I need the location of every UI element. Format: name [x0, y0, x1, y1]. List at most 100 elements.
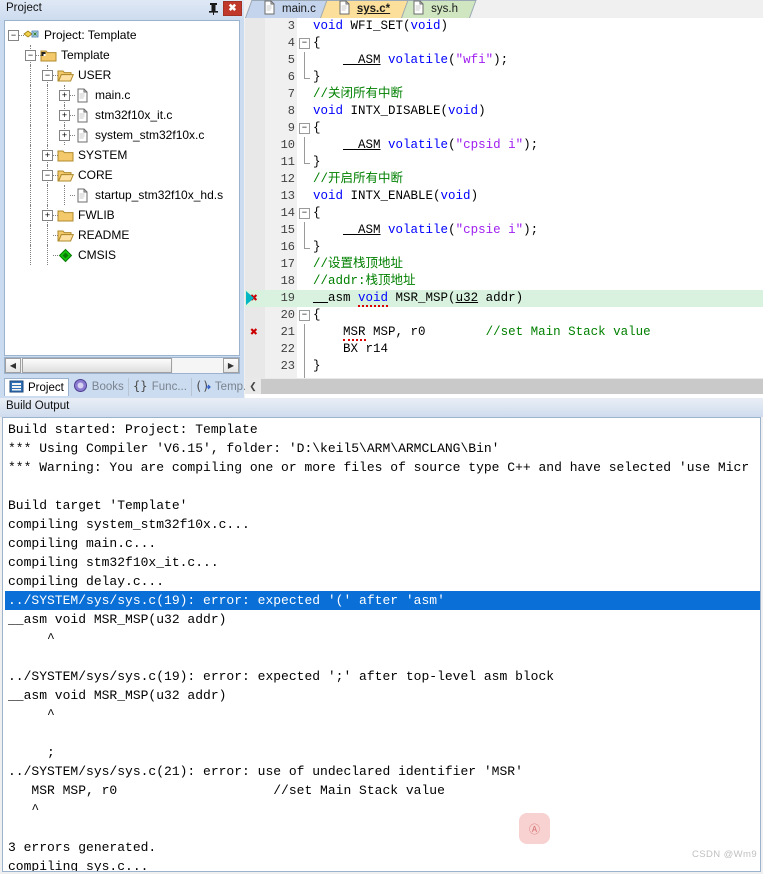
code-line[interactable]: ✖ 19 __asm void MSR_MSP(u32 addr) [245, 290, 763, 307]
tree-expander-slot[interactable]: − [39, 65, 58, 85]
code-line[interactable]: 6} [245, 69, 763, 86]
error-marker-icon[interactable]: ✖ [247, 326, 261, 340]
panel-tab-books[interactable]: Books [69, 378, 129, 396]
tree-expander-slot[interactable]: + [39, 145, 58, 165]
build-output-line[interactable]: *** Warning: You are compiling one or mo… [5, 458, 760, 477]
collapse-icon[interactable]: − [25, 49, 36, 61]
panel-tab-project[interactable]: Project [4, 378, 69, 396]
collapse-icon[interactable]: − [42, 169, 53, 181]
build-output-line[interactable]: Build started: Project: Template [5, 420, 760, 439]
fold-toggle-icon[interactable]: − [299, 123, 310, 134]
collapse-icon[interactable]: − [8, 29, 19, 41]
tree-item-cmsis[interactable]: CMSIS [5, 245, 239, 265]
panel-tab-func[interactable]: {} Func... [129, 378, 192, 396]
code-line[interactable]: 20−{ [245, 307, 763, 324]
tree-item-fwlib[interactable]: + FWLIB [5, 205, 239, 225]
code-line[interactable]: 8 void INTX_DISABLE(void) [245, 103, 763, 120]
project-tree-hscrollbar[interactable]: ◀ ▶ [4, 357, 240, 374]
collapse-icon[interactable]: − [42, 69, 53, 81]
code-line[interactable]: 10 __ASM volatile("cpsid i"); [245, 137, 763, 154]
build-output-line[interactable] [5, 648, 760, 667]
fold-toggle-icon[interactable]: − [299, 310, 310, 321]
hscroll-thumb[interactable] [22, 358, 172, 373]
tree-expander-slot[interactable]: + [56, 85, 75, 105]
code-line[interactable]: 23} [245, 358, 763, 375]
expand-icon[interactable]: + [59, 109, 70, 121]
tree-expander-slot[interactable]: − [5, 25, 24, 45]
build-output-line[interactable]: 3 errors generated. [5, 838, 760, 857]
tree-item-stm32f10x-it-c[interactable]: + stm32f10x_it.c [5, 105, 239, 125]
pin-icon[interactable] [205, 1, 221, 16]
build-output-line[interactable]: ^ [5, 800, 760, 819]
build-output-line[interactable]: __asm void MSR_MSP(u32 addr) [5, 610, 760, 629]
code-line[interactable]: 3 void WFI_SET(void) [245, 18, 763, 35]
tree-item-startup-stm32f10x-hd-s[interactable]: startup_stm32f10x_hd.s [5, 185, 239, 205]
tree-expander-slot[interactable]: + [39, 205, 58, 225]
tree-item-main-c[interactable]: + main.c [5, 85, 239, 105]
editor-hscrollbar[interactable]: ❮ [245, 378, 763, 394]
build-output-line[interactable]: ../SYSTEM/sys/sys.c(19): error: expected… [5, 667, 760, 686]
build-output-line[interactable]: ^ [5, 629, 760, 648]
build-output-line[interactable] [5, 724, 760, 743]
build-output-line[interactable]: Build target 'Template' [5, 496, 760, 515]
build-output-line[interactable]: MSR MSP, r0 //set Main Stack value [5, 781, 760, 800]
build-output-line[interactable]: compiling delay.c... [5, 572, 760, 591]
expand-icon[interactable]: + [42, 209, 53, 221]
expand-icon[interactable]: + [42, 149, 53, 161]
code-viewport[interactable]: 3 void WFI_SET(void) 4−{5 __ASM volatile("… [245, 18, 763, 378]
build-output-line-selected[interactable]: ../SYSTEM/sys/sys.c(19): error: expected… [5, 591, 760, 610]
fold-toggle-icon[interactable]: − [299, 208, 310, 219]
build-output-line[interactable]: __asm void MSR_MSP(u32 addr) [5, 686, 760, 705]
code-line[interactable]: 9−{ [245, 120, 763, 137]
code-line[interactable]: ✖ 21 MSR MSP, r0 //set Main Stack value [245, 324, 763, 341]
tree-item-user[interactable]: − USER [5, 65, 239, 85]
code-line[interactable]: 15 __ASM volatile("cpsie i"); [245, 222, 763, 239]
hscroll-track[interactable] [173, 358, 223, 373]
tree-expander-slot[interactable]: + [56, 125, 75, 145]
tree-item-project-template[interactable]: − Project: Template [5, 25, 239, 45]
code-line[interactable]: 5 __ASM volatile("wfi"); [245, 52, 763, 69]
build-output-line[interactable]: compiling main.c... [5, 534, 760, 553]
code-line[interactable]: 12 //开启所有中断 [245, 171, 763, 188]
expand-icon[interactable]: + [59, 89, 70, 101]
code-line[interactable]: 13 void INTX_ENABLE(void) [245, 188, 763, 205]
fold-toggle-icon[interactable]: − [299, 38, 310, 49]
build-output-log[interactable]: Build started: Project: Template *** Usin… [2, 417, 761, 872]
scroll-right-icon[interactable]: ▶ [223, 358, 239, 373]
build-output-line[interactable]: compiling sys.c... [5, 857, 760, 871]
code-text: void WFI_SET(void) [313, 19, 449, 33]
build-output-line[interactable]: *** Using Compiler 'V6.15', folder: 'D:\… [5, 439, 760, 458]
build-output-line[interactable]: ^ [5, 705, 760, 724]
code-line[interactable]: 7 //关闭所有中断 [245, 86, 763, 103]
build-output-line[interactable] [5, 477, 760, 496]
tree-expander-slot[interactable]: − [22, 45, 41, 65]
tree-item-template[interactable]: − Template [5, 45, 239, 65]
code-line[interactable]: 18 //addr:栈顶地址 [245, 273, 763, 290]
tree-item-system-stm32f10x-c[interactable]: + system_stm32f10x.c [5, 125, 239, 145]
close-icon[interactable]: ✖ [223, 1, 242, 16]
code-line[interactable]: 14−{ [245, 205, 763, 222]
code-line[interactable]: 17 //设置栈顶地址 [245, 256, 763, 273]
editor-tab-main-c[interactable]: main.c [245, 0, 335, 18]
scroll-left-icon[interactable]: ◀ [5, 358, 21, 373]
tree-item-system[interactable]: + SYSTEM [5, 145, 239, 165]
build-output-line[interactable]: compiling system_stm32f10x.c... [5, 515, 760, 534]
code-line[interactable]: 11} [245, 154, 763, 171]
build-output-line[interactable]: ../SYSTEM/sys/sys.c(21): error: use of u… [5, 762, 760, 781]
code-line[interactable]: 4−{ [245, 35, 763, 52]
code-line[interactable]: 16} [245, 239, 763, 256]
tree-item-readme[interactable]: README [5, 225, 239, 245]
tree-item-core[interactable]: − CORE [5, 165, 239, 185]
editor-tab-sys-c[interactable]: sys.c* [319, 0, 409, 18]
tree-expander-slot[interactable]: + [56, 105, 75, 125]
editor-scroll-left-icon[interactable]: ❮ [245, 379, 261, 394]
code-line[interactable]: 22 BX r14 [245, 341, 763, 358]
build-output-line[interactable]: ; [5, 743, 760, 762]
tree-expander-slot[interactable]: − [39, 165, 58, 185]
build-output-line[interactable] [5, 819, 760, 838]
build-output-line[interactable]: compiling stm32f10x_it.c... [5, 553, 760, 572]
editor-hscroll-track[interactable] [261, 378, 763, 394]
functions-icon: {} [133, 379, 147, 393]
project-tree[interactable]: − Project: Template − Template − USER + main.c +… [4, 20, 240, 356]
expand-icon[interactable]: + [59, 129, 70, 141]
